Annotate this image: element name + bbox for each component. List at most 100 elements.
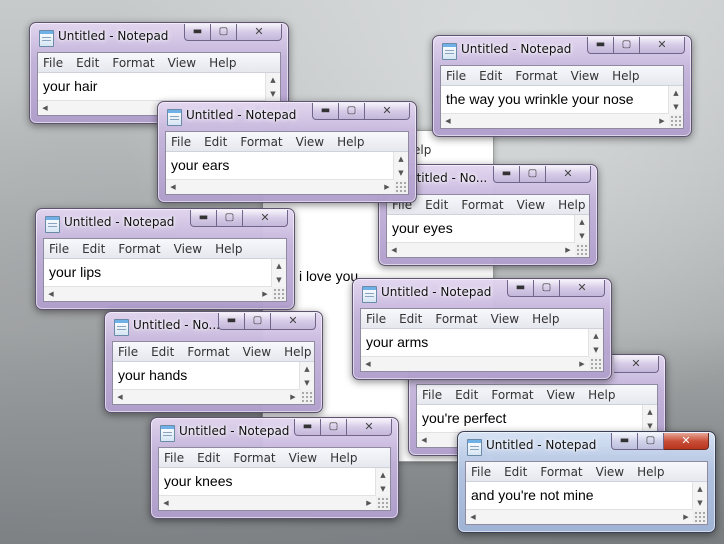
- title-bar[interactable]: Untitled - No... ▬ ▢ ✕: [105, 312, 322, 340]
- horizontal-scrollbar[interactable]: ◀▶: [466, 509, 693, 524]
- scroll-left-arrow-icon[interactable]: ◀: [388, 243, 400, 257]
- menu-view[interactable]: View: [541, 388, 582, 402]
- close-button[interactable]: ✕: [560, 280, 605, 297]
- scroll-down-arrow-icon[interactable]: ▼: [669, 101, 683, 113]
- menu-edit[interactable]: Edit: [191, 451, 227, 465]
- minimize-button[interactable]: ▬: [184, 24, 211, 41]
- vertical-scrollbar[interactable]: ▲ ▼: [375, 468, 390, 496]
- resize-grip-icon[interactable]: [669, 114, 683, 128]
- menu-help[interactable]: Help: [606, 69, 646, 83]
- menu-format[interactable]: Format: [534, 465, 589, 479]
- vertical-scrollbar[interactable]: ▲ ▼: [668, 86, 683, 114]
- resize-grip-icon[interactable]: [376, 496, 390, 510]
- resize-grip-icon[interactable]: [575, 243, 589, 257]
- menu-format[interactable]: Format: [227, 451, 282, 465]
- maximize-button[interactable]: ▢: [321, 419, 347, 436]
- maximize-button[interactable]: ▢: [638, 433, 664, 450]
- text-editor[interactable]: the way you wrinkle your nose ▲ ▼ ◀ ▶: [441, 86, 683, 128]
- menu-view[interactable]: View: [511, 198, 552, 212]
- scroll-up-arrow-icon[interactable]: ▲: [394, 153, 408, 165]
- menu-file[interactable]: File: [441, 69, 473, 83]
- title-bar[interactable]: Untitled - Notepad ▬ ▢ ✕: [458, 432, 715, 460]
- menu-view[interactable]: View: [485, 312, 526, 326]
- scroll-up-arrow-icon[interactable]: ▲: [575, 216, 589, 228]
- scroll-right-arrow-icon[interactable]: ▶: [562, 243, 574, 257]
- notepad-icon[interactable]: [362, 286, 377, 303]
- vertical-scrollbar[interactable]: ▲ ▼: [574, 215, 589, 243]
- title-bar[interactable]: Untitled - Notepad ▬ ▢ ✕: [353, 279, 611, 307]
- minimize-button[interactable]: ▬: [587, 37, 614, 54]
- menu-help[interactable]: Help: [631, 465, 671, 479]
- notepad-window-arms[interactable]: Untitled - Notepad ▬ ▢ ✕ File Edit Forma…: [352, 278, 612, 380]
- scroll-right-arrow-icon[interactable]: ▶: [363, 496, 375, 510]
- menu-help[interactable]: Help: [552, 198, 592, 212]
- scroll-down-arrow-icon[interactable]: ▼: [272, 274, 286, 286]
- vertical-scrollbar[interactable]: ▲ ▼: [642, 405, 657, 433]
- menu-help[interactable]: Help: [526, 312, 566, 326]
- maximize-button[interactable]: ▢: [534, 280, 560, 297]
- text-editor[interactable]: your lips ▲ ▼ ◀ ▶: [44, 259, 286, 301]
- close-button[interactable]: ✕: [365, 103, 410, 120]
- menu-file[interactable]: File: [113, 345, 145, 359]
- vertical-scrollbar[interactable]: ▲ ▼: [588, 329, 603, 357]
- menu-help[interactable]: Help: [278, 345, 318, 359]
- menu-edit[interactable]: Edit: [498, 465, 534, 479]
- menu-format[interactable]: Format: [234, 135, 289, 149]
- title-bar[interactable]: Untitled - Notepad ▬ ▢ ✕: [433, 36, 691, 64]
- scroll-left-arrow-icon[interactable]: ◀: [418, 433, 430, 447]
- notepad-icon[interactable]: [467, 439, 482, 456]
- menu-help[interactable]: Help: [209, 242, 249, 256]
- scroll-down-arrow-icon[interactable]: ▼: [589, 344, 603, 356]
- close-button[interactable]: ✕: [271, 313, 316, 330]
- maximize-button[interactable]: ▢: [520, 166, 546, 183]
- scroll-left-arrow-icon[interactable]: ◀: [160, 496, 172, 510]
- notepad-window-hands[interactable]: Untitled - No... ▬ ▢ ✕ File Edit Format …: [104, 311, 323, 413]
- menu-file[interactable]: File: [38, 56, 70, 70]
- text-editor[interactable]: your knees ▲ ▼ ◀ ▶: [159, 468, 390, 510]
- scroll-up-arrow-icon[interactable]: ▲: [589, 330, 603, 342]
- menu-file[interactable]: File: [417, 388, 449, 402]
- title-bar[interactable]: Untitled - Notepad ▬ ▢ ✕: [36, 209, 294, 237]
- scroll-up-arrow-icon[interactable]: ▲: [300, 363, 314, 375]
- minimize-button[interactable]: ▬: [218, 313, 245, 330]
- vertical-scrollbar[interactable]: ▲ ▼: [271, 259, 286, 287]
- horizontal-scrollbar[interactable]: ◀▶: [361, 356, 589, 371]
- menu-view[interactable]: View: [162, 56, 203, 70]
- text-editor[interactable]: and you're not mine ▲ ▼ ◀ ▶: [466, 482, 707, 524]
- notepad-window-ears[interactable]: Untitled - Notepad ▬ ▢ ✕ File Edit Forma…: [157, 101, 417, 203]
- menu-file[interactable]: File: [159, 451, 191, 465]
- scroll-right-arrow-icon[interactable]: ▶: [287, 390, 299, 404]
- menu-help[interactable]: Help: [203, 56, 243, 70]
- menu-file[interactable]: File: [44, 242, 76, 256]
- scroll-right-arrow-icon[interactable]: ▶: [259, 287, 271, 301]
- notepad-icon[interactable]: [442, 43, 457, 60]
- minimize-button[interactable]: ▬: [312, 103, 339, 120]
- scroll-down-arrow-icon[interactable]: ▼: [376, 483, 390, 495]
- close-button[interactable]: ✕: [347, 419, 392, 436]
- menu-format[interactable]: Format: [485, 388, 540, 402]
- menu-help[interactable]: Help: [331, 135, 371, 149]
- menu-format[interactable]: Format: [106, 56, 161, 70]
- menu-format[interactable]: Format: [509, 69, 564, 83]
- vertical-scrollbar[interactable]: ▲ ▼: [393, 152, 408, 180]
- close-button[interactable]: ✕: [546, 166, 591, 183]
- text-editor[interactable]: your ears ▲ ▼ ◀ ▶: [166, 152, 408, 194]
- menu-format[interactable]: Format: [181, 345, 236, 359]
- close-button[interactable]: ✕: [243, 210, 288, 227]
- text-editor[interactable]: your eyes ▲ ▼ ◀ ▶: [387, 215, 589, 257]
- maximize-button[interactable]: ▢: [339, 103, 365, 120]
- resize-grip-icon[interactable]: [272, 287, 286, 301]
- notepad-icon[interactable]: [167, 109, 182, 126]
- notepad-icon[interactable]: [160, 425, 175, 442]
- vertical-scrollbar[interactable]: ▲ ▼: [265, 73, 280, 101]
- menu-view[interactable]: View: [283, 451, 324, 465]
- vertical-scrollbar[interactable]: ▲ ▼: [692, 482, 707, 510]
- notepad-window-knees[interactable]: Untitled - Notepad ▬ ▢ ✕ File Edit Forma…: [150, 417, 399, 519]
- menu-edit[interactable]: Edit: [145, 345, 181, 359]
- minimize-button[interactable]: ▬: [190, 210, 217, 227]
- scroll-down-arrow-icon[interactable]: ▼: [300, 377, 314, 389]
- scroll-down-arrow-icon[interactable]: ▼: [575, 230, 589, 242]
- title-bar[interactable]: Untitled - Notepad ▬ ▢ ✕: [151, 418, 398, 446]
- menu-help[interactable]: Help: [324, 451, 364, 465]
- menu-edit[interactable]: Edit: [70, 56, 106, 70]
